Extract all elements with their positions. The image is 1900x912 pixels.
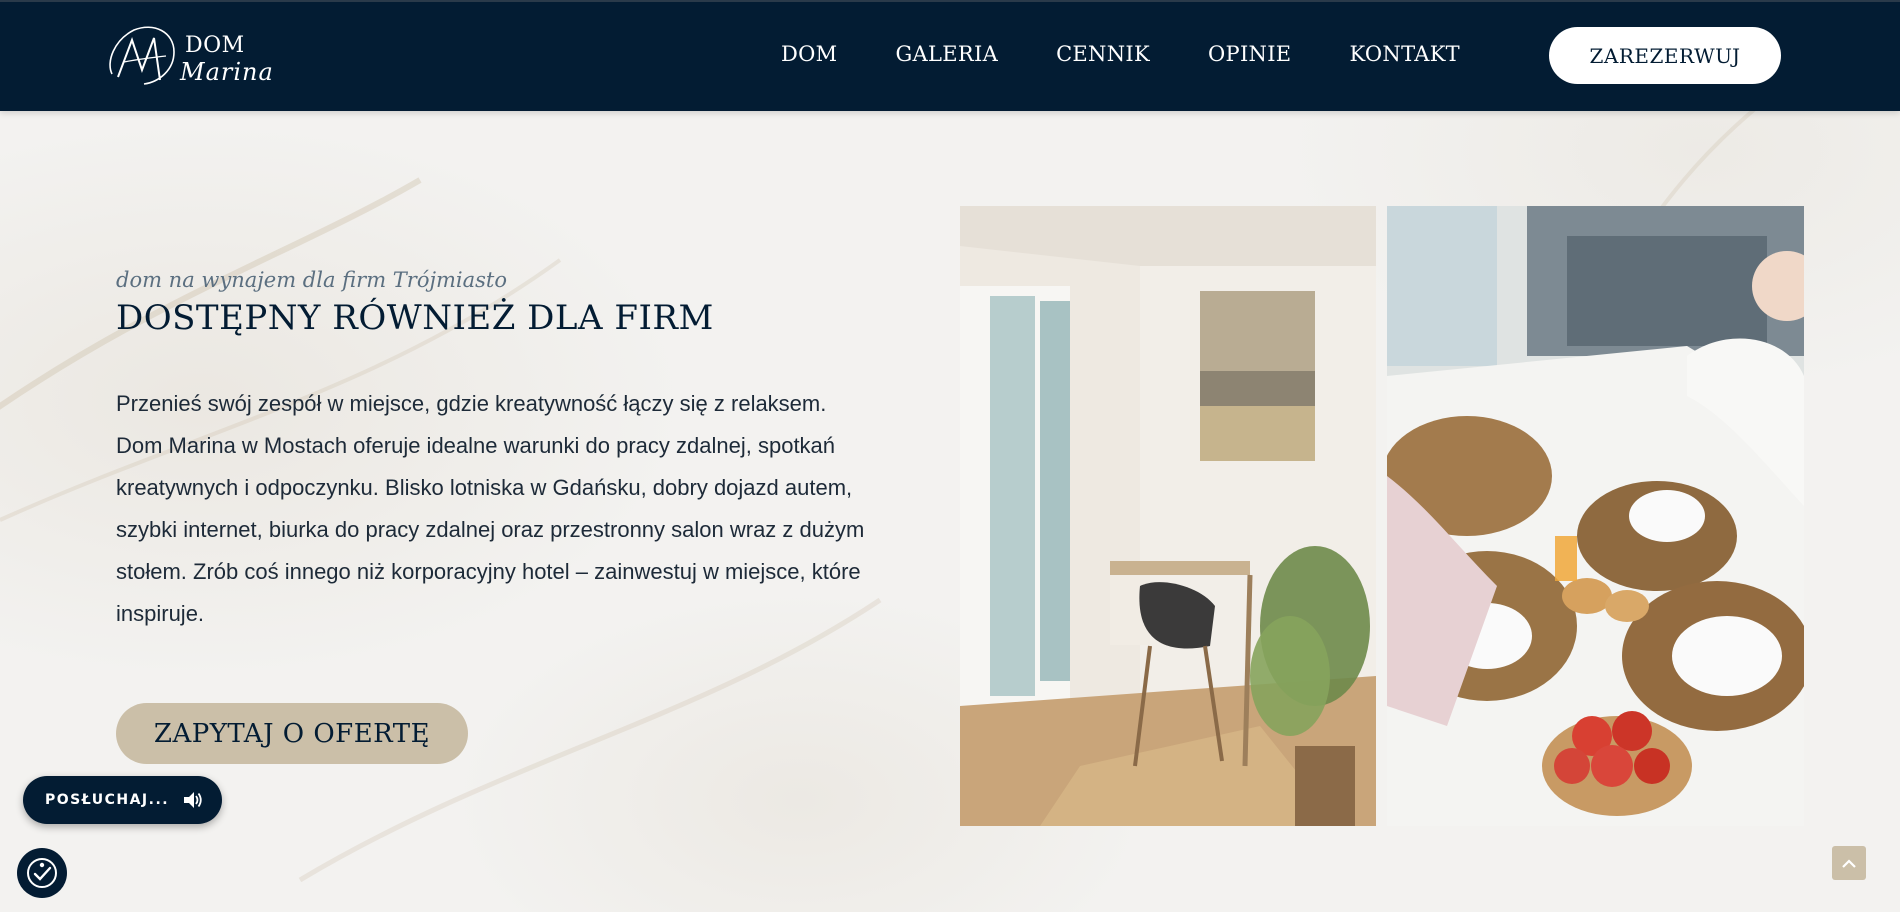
nav-cennik[interactable]: CENNIK (1056, 42, 1150, 66)
section-title: DOSTĘPNY RÓWNIEŻ DLA FIRM (116, 298, 714, 338)
logo-text-dom: DOM (185, 33, 245, 58)
logo[interactable]: DOM Marina (104, 22, 284, 92)
nav-kontakt[interactable]: KONTAKT (1349, 42, 1460, 66)
nav-dom[interactable]: DOM (781, 42, 837, 66)
main-nav: DOM GALERIA CENNIK OPINIE KONTAKT (781, 42, 1518, 66)
speaker-icon (184, 792, 202, 808)
ask-offer-button[interactable]: ZAPYTAJ O OFERTĘ (116, 703, 468, 764)
business-section: dom na wynajem dla firm Trójmiasto DOSTĘ… (116, 268, 876, 635)
section-description: Przenieś swój zespół w miejsce, gdzie kr… (116, 391, 865, 626)
photo-home-office (960, 206, 1376, 826)
site-header: DOM Marina DOM GALERIA CENNIK OPINIE KON… (0, 0, 1900, 111)
scroll-to-top-button[interactable] (1832, 846, 1866, 880)
accessibility-button[interactable] (17, 848, 67, 898)
chevron-up-icon (1842, 859, 1856, 868)
logo-text-marina: Marina (180, 58, 274, 86)
listen-label: POSŁUCHAJ... (45, 792, 170, 808)
reserve-button[interactable]: ZAREZERWUJ (1549, 27, 1781, 84)
nav-opinie[interactable]: OPINIE (1208, 42, 1291, 66)
listen-button[interactable]: POSŁUCHAJ... (23, 776, 222, 824)
photo-breakfast-table (1387, 206, 1804, 826)
logo-monogram-icon (109, 26, 175, 85)
section-subtitle: dom na wynajem dla firm Trójmiasto (116, 268, 508, 292)
nav-galeria[interactable]: GALERIA (895, 42, 998, 66)
accessibility-icon (27, 858, 57, 888)
